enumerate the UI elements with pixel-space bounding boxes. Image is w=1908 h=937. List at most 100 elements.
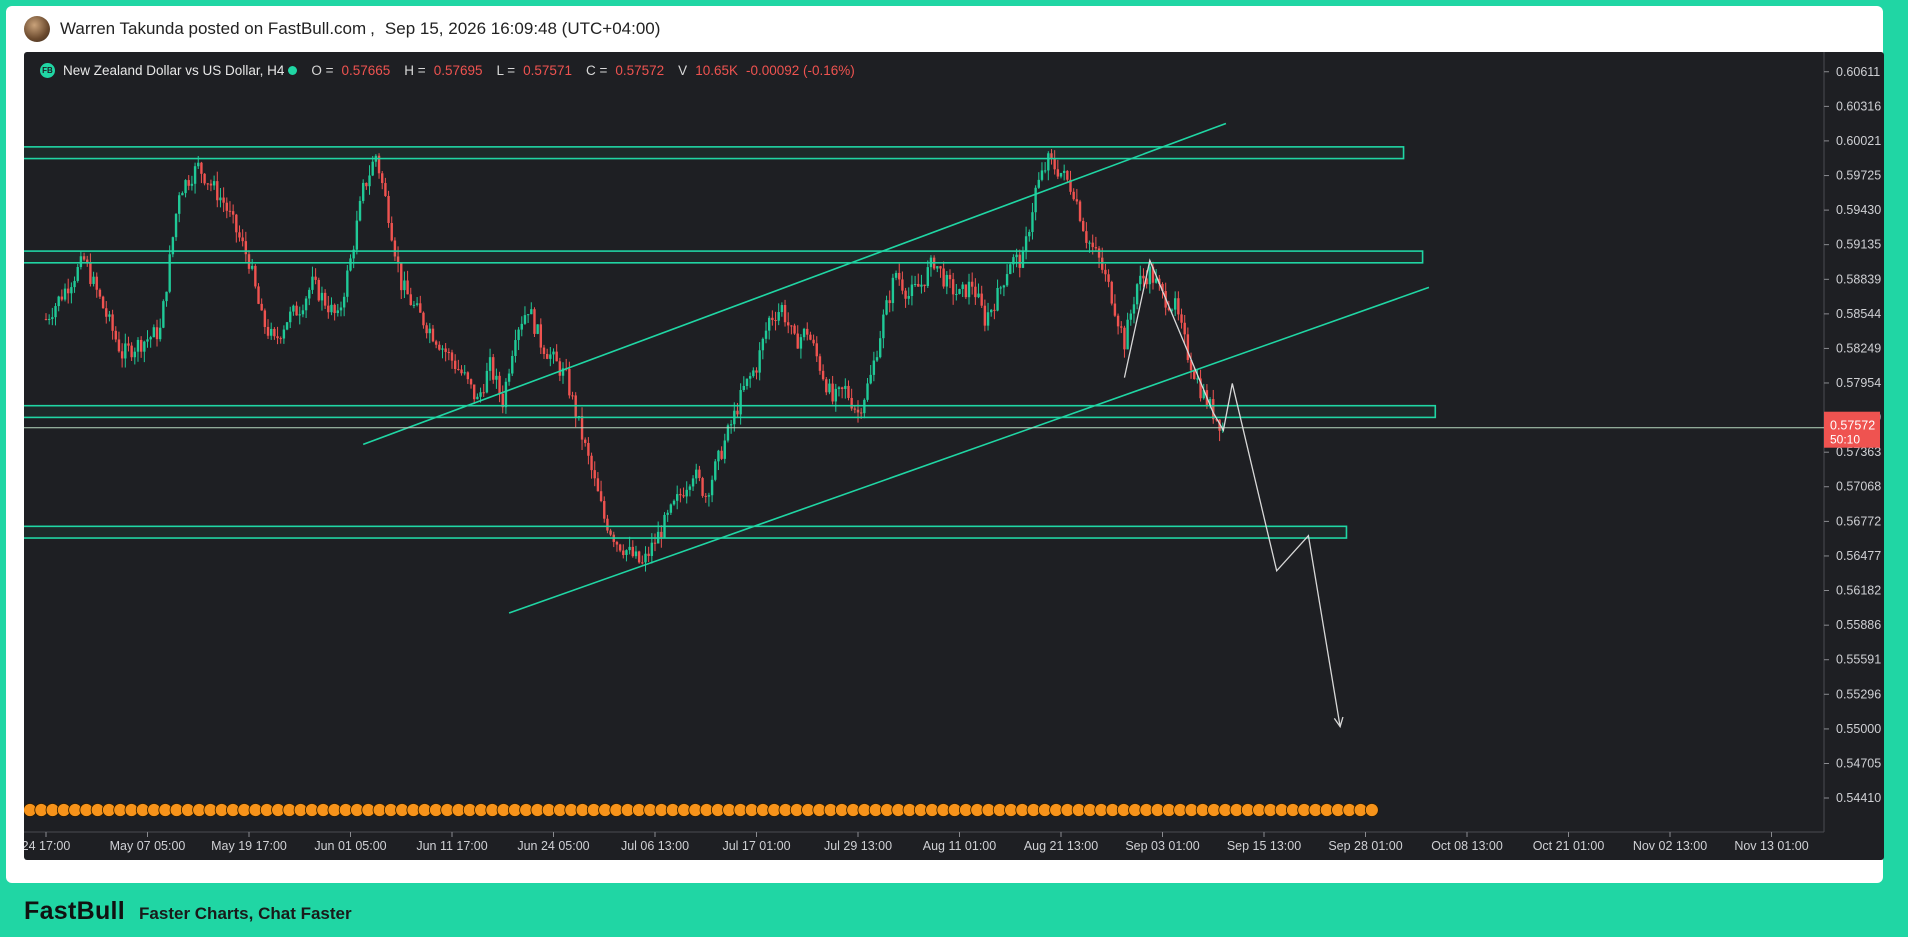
candle-body[interactable] bbox=[390, 222, 393, 241]
candle-body[interactable] bbox=[825, 379, 828, 393]
candle-body[interactable] bbox=[710, 479, 714, 496]
price-zone-rectangle[interactable] bbox=[24, 146, 1405, 160]
candle-body[interactable] bbox=[155, 327, 159, 340]
candle-body[interactable] bbox=[187, 180, 190, 186]
candle-body[interactable] bbox=[593, 470, 596, 479]
candle-body[interactable] bbox=[923, 284, 926, 287]
candle-body[interactable] bbox=[428, 328, 431, 334]
candle-body[interactable] bbox=[764, 330, 768, 339]
price-zone-rectangle[interactable] bbox=[24, 404, 1437, 419]
candle-body[interactable] bbox=[1085, 231, 1088, 243]
candle-body[interactable] bbox=[57, 296, 60, 307]
candle-body[interactable] bbox=[1028, 232, 1031, 237]
candle-body[interactable] bbox=[235, 214, 238, 233]
candle-body[interactable] bbox=[523, 315, 527, 324]
candle-body[interactable] bbox=[1107, 274, 1110, 282]
candle-body[interactable] bbox=[222, 197, 225, 203]
candle-body[interactable] bbox=[514, 340, 517, 356]
candle-body[interactable] bbox=[371, 161, 374, 176]
candle-body[interactable] bbox=[666, 512, 669, 515]
candle-body[interactable] bbox=[958, 289, 961, 295]
candle-body[interactable] bbox=[282, 329, 286, 339]
candle-body[interactable] bbox=[917, 283, 920, 287]
candle-body[interactable] bbox=[980, 293, 983, 306]
candle-body[interactable] bbox=[295, 305, 298, 316]
candle-body[interactable] bbox=[485, 370, 489, 393]
candle-body[interactable] bbox=[1186, 334, 1190, 360]
candle-body[interactable] bbox=[549, 354, 552, 359]
candle-body[interactable] bbox=[707, 495, 711, 497]
candle-body[interactable] bbox=[755, 370, 758, 373]
candle-body[interactable] bbox=[152, 327, 156, 338]
candle-body[interactable] bbox=[1113, 303, 1117, 316]
candle-body[interactable] bbox=[73, 280, 76, 288]
candle-body[interactable] bbox=[672, 500, 676, 505]
candle-body[interactable] bbox=[1177, 298, 1180, 315]
candle-body[interactable] bbox=[292, 305, 295, 312]
candle-body[interactable] bbox=[108, 314, 111, 317]
candle-body[interactable] bbox=[1040, 170, 1044, 180]
candle-body[interactable] bbox=[1116, 315, 1120, 327]
candle-body[interactable] bbox=[1126, 319, 1129, 350]
candle-body[interactable] bbox=[1110, 281, 1113, 304]
candle-body[interactable] bbox=[469, 379, 473, 385]
candle-body[interactable] bbox=[970, 281, 974, 287]
candle-body[interactable] bbox=[200, 162, 203, 174]
candle-body[interactable] bbox=[231, 211, 235, 215]
candle-body[interactable] bbox=[758, 350, 761, 373]
candle-body[interactable] bbox=[875, 357, 879, 361]
candle-body[interactable] bbox=[317, 279, 320, 301]
candle-body[interactable] bbox=[400, 263, 403, 291]
candle-body[interactable] bbox=[203, 173, 206, 184]
candle-body[interactable] bbox=[422, 312, 425, 326]
candle-body[interactable] bbox=[1180, 314, 1183, 323]
candle-body[interactable] bbox=[685, 489, 688, 497]
candle-body[interactable] bbox=[647, 553, 650, 556]
candle-body[interactable] bbox=[289, 311, 292, 323]
candle-body[interactable] bbox=[209, 183, 213, 186]
candle-body[interactable] bbox=[1037, 179, 1040, 188]
candle-body[interactable] bbox=[241, 237, 244, 242]
candle-body[interactable] bbox=[1104, 269, 1107, 275]
price-zone-rectangle[interactable] bbox=[24, 250, 1424, 264]
candle-body[interactable] bbox=[365, 182, 368, 187]
candle-body[interactable] bbox=[752, 370, 755, 377]
candle-body[interactable] bbox=[1148, 266, 1152, 285]
candle-body[interactable] bbox=[866, 383, 869, 400]
candle-body[interactable] bbox=[920, 284, 923, 287]
candle-body[interactable] bbox=[495, 375, 498, 380]
candle-body[interactable] bbox=[327, 305, 330, 313]
candle-body[interactable] bbox=[457, 368, 460, 370]
candle-body[interactable] bbox=[492, 357, 495, 380]
candle-body[interactable] bbox=[276, 336, 279, 339]
candle-body[interactable] bbox=[184, 180, 187, 194]
candle-body[interactable] bbox=[882, 314, 885, 339]
candle-body[interactable] bbox=[212, 181, 216, 186]
candle-body[interactable] bbox=[193, 166, 197, 184]
candle-body[interactable] bbox=[904, 290, 907, 299]
candle-body[interactable] bbox=[419, 303, 422, 313]
candle-body[interactable] bbox=[368, 175, 371, 187]
candle-body[interactable] bbox=[409, 294, 412, 306]
candle-body[interactable] bbox=[355, 220, 359, 250]
candle-body[interactable] bbox=[387, 195, 390, 223]
candle-body[interactable] bbox=[336, 310, 340, 314]
candle-body[interactable] bbox=[596, 478, 600, 492]
candle-body[interactable] bbox=[254, 265, 257, 287]
candle-body[interactable] bbox=[124, 343, 127, 359]
candle-body[interactable] bbox=[466, 372, 470, 380]
candle-body[interactable] bbox=[346, 270, 349, 297]
candle-body[interactable] bbox=[358, 200, 362, 221]
candle-body[interactable] bbox=[158, 327, 162, 340]
candle-body[interactable] bbox=[507, 373, 511, 382]
candlestick-chart[interactable]: 0.60611 0.60316 0.60021 0.59725 0.59430 0.591… bbox=[24, 52, 1884, 860]
candle-body[interactable] bbox=[641, 562, 644, 564]
candle-body[interactable] bbox=[1034, 187, 1037, 213]
candle-body[interactable] bbox=[120, 351, 124, 359]
candle-body[interactable] bbox=[936, 266, 939, 269]
candle-body[interactable] bbox=[44, 319, 48, 321]
candle-body[interactable] bbox=[809, 334, 812, 340]
candle-body[interactable] bbox=[130, 345, 133, 358]
candle-body[interactable] bbox=[599, 491, 603, 502]
instrument-name[interactable]: New Zealand Dollar vs US Dollar, H4 bbox=[63, 63, 284, 78]
